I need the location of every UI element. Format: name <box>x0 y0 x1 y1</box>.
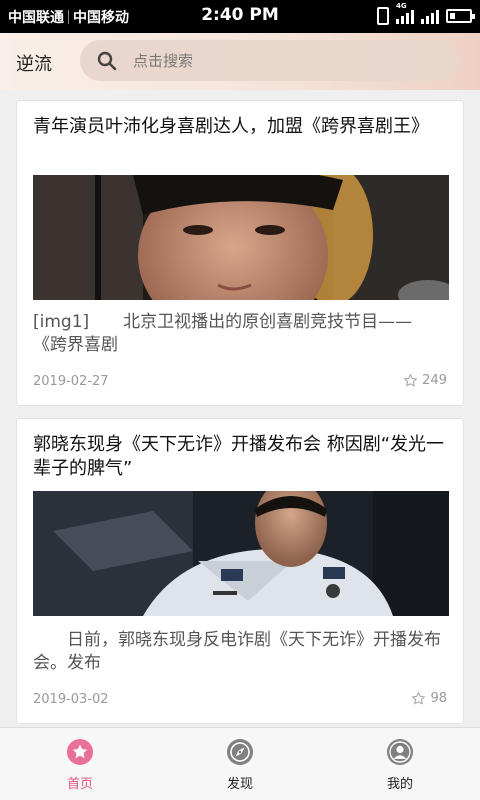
bottom-tab-bar: 首页 发现 我的 <box>0 727 480 800</box>
news-snippet: [img1] 北京卫视播出的原创喜剧竞技节目——《跨界喜剧 <box>33 312 413 355</box>
news-date: 2019-02-27 <box>33 374 109 389</box>
status-bar: 中国联通 中国移动 2:40 PM 4G <box>0 0 480 33</box>
news-thumbnail[interactable] <box>33 491 449 616</box>
news-title[interactable]: 郭晓东现身《天下无诈》开播发布会 称因剧“发光一辈子的脾气” <box>33 433 445 481</box>
star-icon <box>404 374 418 387</box>
signal-icon <box>421 8 439 24</box>
news-thumbnail[interactable] <box>33 175 449 300</box>
compass-icon <box>227 739 253 765</box>
news-date: 2019-03-02 <box>33 692 109 707</box>
tab-mine[interactable]: 我的 <box>320 728 480 800</box>
tab-mine-label: 我的 <box>386 777 413 792</box>
like-count[interactable]: 249 <box>403 373 447 388</box>
like-count-value: 98 <box>430 691 447 706</box>
search-icon <box>97 51 117 70</box>
system-icons: 4G <box>377 2 475 25</box>
star-icon <box>412 692 426 705</box>
tab-home-label: 首页 <box>66 777 93 792</box>
news-snippet: 日前，郭晓东现身反电诈剧《天下无诈》开播发布会。发布 <box>33 630 441 673</box>
actor-photo <box>33 175 449 300</box>
vibrate-icon <box>377 7 389 25</box>
news-title[interactable]: 青年演员叶沛化身喜剧达人，加盟《跨界喜剧王》 <box>33 115 445 139</box>
battery-level <box>450 13 455 19</box>
news-card[interactable]: 郭晓东现身《天下无诈》开播发布会 称因剧“发光一辈子的脾气” 日前，郭晓东现身反… <box>16 418 464 724</box>
search-placeholder: 点击搜索 <box>133 52 194 70</box>
app-header: 逆流 点击搜索 <box>0 33 480 90</box>
signal-4g-icon: 4G <box>396 2 414 24</box>
tab-home[interactable]: 首页 <box>0 728 160 800</box>
app-title: 逆流 <box>16 54 52 75</box>
user-icon <box>387 739 413 765</box>
tab-discover[interactable]: 发现 <box>160 728 320 800</box>
news-card[interactable]: 青年演员叶沛化身喜剧达人，加盟《跨界喜剧王》 [img1] 北京卫视播出的原创喜… <box>16 100 464 406</box>
network-type-label: 4G <box>396 2 407 10</box>
battery-icon <box>446 9 475 23</box>
tab-discover-label: 发现 <box>226 777 253 792</box>
news-feed[interactable]: 青年演员叶沛化身喜剧达人，加盟《跨界喜剧王》 [img1] 北京卫视播出的原创喜… <box>0 90 480 727</box>
search-bar[interactable]: 点击搜索 <box>80 40 460 81</box>
like-count[interactable]: 98 <box>411 691 447 706</box>
actor-photo <box>33 491 449 616</box>
home-star-icon <box>67 739 93 765</box>
like-count-value: 249 <box>422 373 447 388</box>
